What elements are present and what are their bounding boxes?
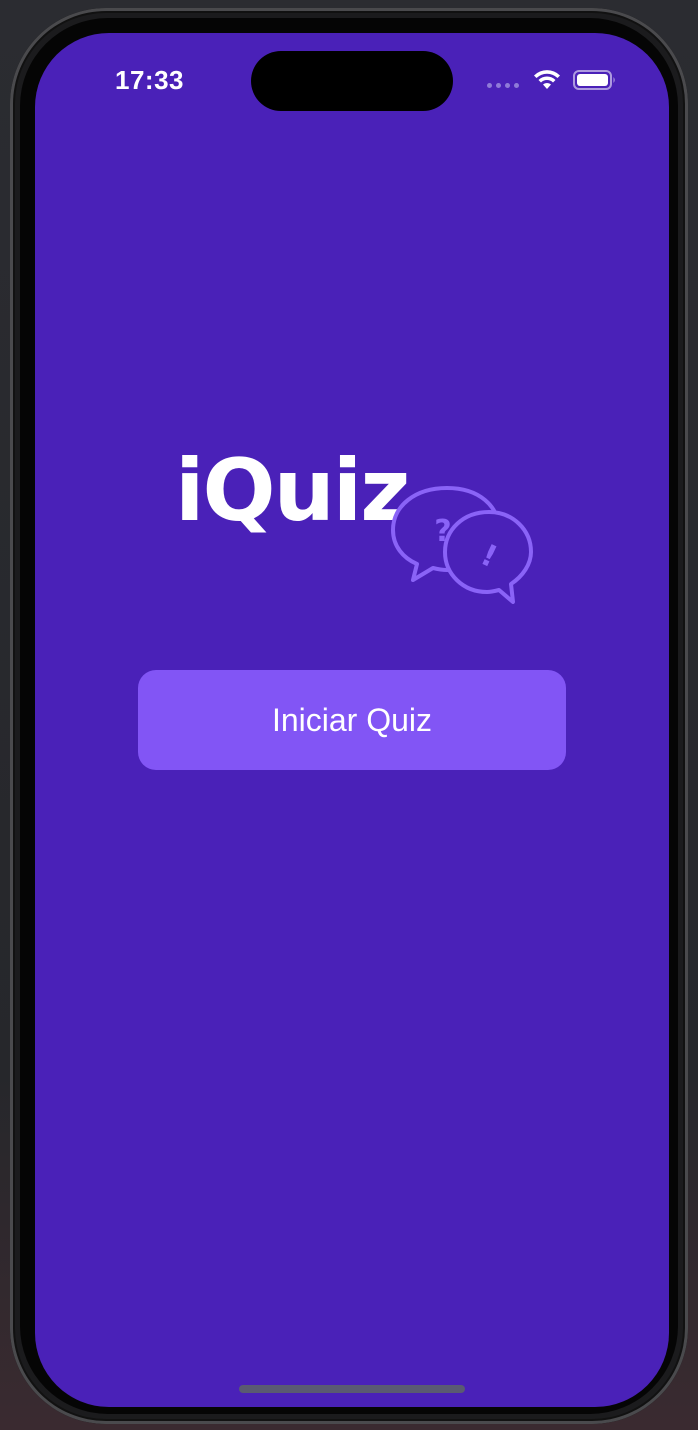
app-logo: iQuiz ? ! [175,448,535,608]
home-indicator[interactable] [239,1385,465,1393]
start-quiz-button[interactable]: Iniciar Quiz [138,670,566,770]
signal-dots-icon [487,82,519,88]
status-time: 17:33 [115,65,184,95]
wifi-icon [534,70,560,89]
status-icons [487,69,617,91]
dynamic-island [251,51,453,111]
app-screen: 17:33 iQuiz ? ! Iniciar Quiz [35,33,669,1407]
chat-bubbles-icon: ? ! [391,486,533,604]
logo-text: iQuiz [175,441,410,541]
battery-icon [573,70,615,90]
